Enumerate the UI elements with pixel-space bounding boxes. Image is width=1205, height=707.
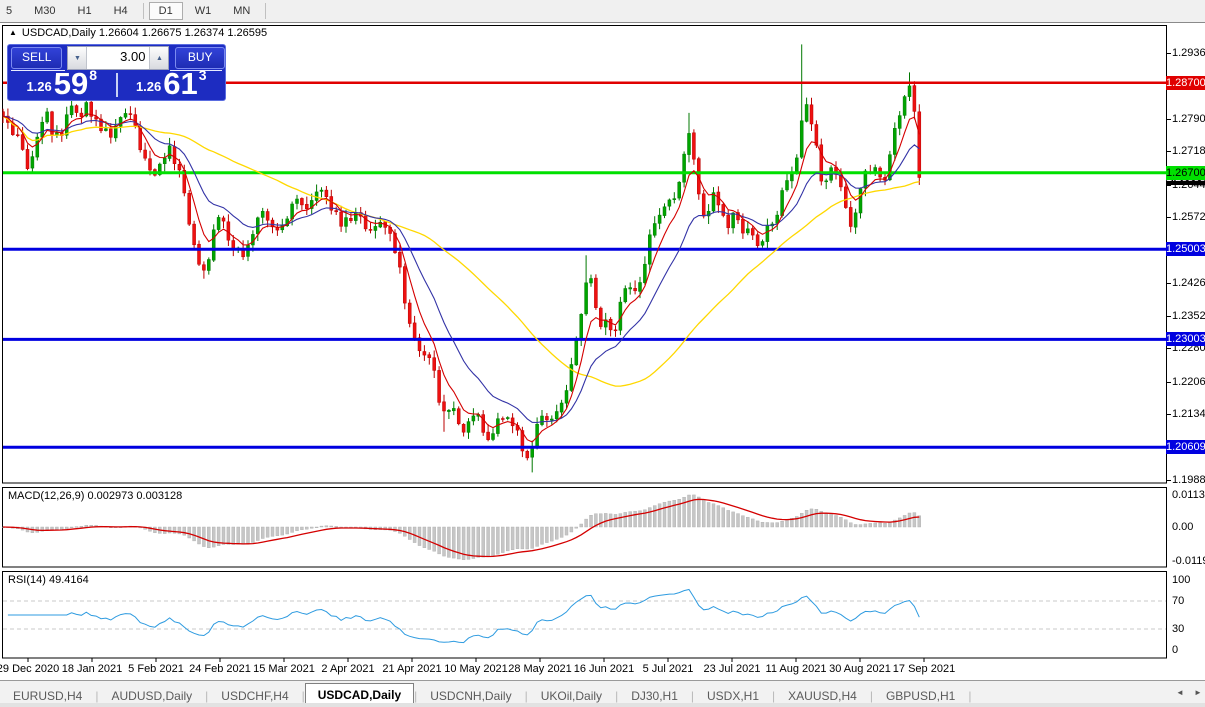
timeframe-button-d1[interactable]: D1: [148, 2, 183, 20]
price-axis-tick-mark: [1167, 282, 1171, 284]
price-axis-tick: 1.21340: [1172, 408, 1205, 421]
chart-title: ▲ USDCAD,Daily 1.26604 1.26675 1.26374 1.…: [9, 27, 267, 39]
sell-price-area[interactable]: 1.26 59 8: [8, 66, 116, 101]
price-axis-tick-mark: [1167, 348, 1171, 350]
date-label: 15 Mar 2021: [253, 663, 315, 675]
price-axis-tick-mark: [1167, 480, 1171, 482]
price-axis-tick-mark: [1167, 184, 1171, 186]
chart-title-text: USDCAD,Daily 1.26604 1.26675 1.26374 1.2…: [21, 27, 268, 39]
date-label: 28 May 2021: [508, 663, 572, 675]
timeframe-button-h1[interactable]: H1: [68, 2, 102, 20]
buy-price-area[interactable]: 1.26 61 3: [118, 66, 226, 101]
date-label: 18 Jan 2021: [61, 663, 123, 675]
spin-up-icon: ▲: [155, 54, 163, 62]
sell-price-big: 59: [53, 66, 89, 101]
macd-axis-tick: 0.00: [1172, 521, 1194, 533]
price-axis-tick: 1.27180: [1172, 145, 1205, 158]
buy-price-big: 61: [163, 66, 198, 101]
tab-scroll-left-icon[interactable]: ◄: [1176, 688, 1184, 697]
chart-canvas[interactable]: [0, 0, 1205, 707]
price-axis-tick: 1.22060: [1172, 375, 1205, 388]
rsi-axis-tick: 0: [1172, 644, 1179, 656]
price-axis-tick-mark: [1167, 316, 1171, 318]
volume-field[interactable]: 3.00: [87, 47, 150, 69]
price-axis-tick: 1.24260: [1172, 276, 1205, 289]
sell-price-sup: 8: [89, 67, 98, 83]
price-axis-tick-mark: [1167, 118, 1171, 120]
price-axis-tick-mark: [1167, 381, 1171, 383]
spin-down-icon: ▼: [73, 54, 81, 62]
price-axis-tick: 1.27900: [1172, 112, 1205, 125]
rsi-label: RSI(14) 49.4164: [8, 574, 89, 586]
sell-price-small: 1.26: [26, 79, 52, 94]
toolbar-separator: [265, 3, 267, 19]
price-axis-tick: 1.19880: [1172, 474, 1205, 487]
price-axis-tick-mark: [1167, 216, 1171, 218]
price-axis-tick: 1.25720: [1172, 210, 1205, 223]
hline-price-label: 1.20609: [1166, 440, 1205, 455]
date-label: 24 Feb 2021: [189, 663, 251, 675]
timeframe-button-5[interactable]: 5: [0, 2, 22, 20]
macd-axis-tick: 0.01135: [1172, 489, 1205, 502]
date-label: 2 Apr 2021: [321, 663, 375, 675]
timeframe-button-w1[interactable]: W1: [185, 2, 222, 20]
date-label: 23 Jul 2021: [703, 663, 761, 675]
date-label: 10 May 2021: [444, 663, 508, 675]
hline-price-label: 1.25003: [1166, 242, 1205, 257]
date-label: 5 Jul 2021: [642, 663, 694, 675]
buy-price-small: 1.26: [135, 79, 162, 94]
price-axis-tick-mark: [1167, 53, 1171, 54]
price-axis-tick: 1.29360: [1172, 47, 1205, 59]
timeframe-button-m30[interactable]: M30: [24, 2, 65, 20]
timeframe-button-h4[interactable]: H4: [104, 2, 138, 20]
rsi-axis-tick: 30: [1172, 623, 1185, 635]
date-label: 17 Sep 2021: [892, 663, 956, 675]
hline-price-label: 1.26700: [1166, 165, 1205, 180]
buy-price-sup: 3: [198, 67, 207, 83]
macd-label: MACD(12,26,9) 0.002973 0.003128: [8, 490, 183, 502]
date-label: 16 Jun 2021: [573, 663, 635, 675]
price-axis-tick-mark: [1167, 151, 1171, 153]
timeframe-toolbar: 5 M30 H1 H4 D1 W1 MN: [0, 0, 1205, 23]
rsi-axis-tick: 100: [1172, 574, 1191, 586]
tab-scroll-right-icon[interactable]: ►: [1194, 688, 1202, 697]
date-label: 11 Aug 2021: [765, 663, 827, 675]
date-label: 30 Aug 2021: [829, 663, 891, 675]
date-label: 5 Feb 2021: [128, 663, 184, 675]
date-label: 29 Dec 2020: [0, 663, 60, 675]
window-bottom-strip: [0, 703, 1205, 707]
trade-panel-price-row: 1.26 59 8 1.26 61 3: [8, 66, 226, 101]
trade-panel: SELL ▼ 3.00 ▲ BUY 1.26 59 8 1.26 61 3: [7, 44, 226, 101]
macd-axis-tick: -0.01190: [1172, 554, 1205, 567]
hline-price-label: 1.28700: [1166, 75, 1205, 90]
timeframe-button-mn[interactable]: MN: [223, 2, 260, 20]
hline-price-label: 1.23003: [1166, 332, 1205, 347]
price-axis-tick-mark: [1167, 414, 1171, 416]
collapse-triangle-icon[interactable]: ▲: [9, 28, 17, 37]
price-axis-tick: 1.23520: [1172, 310, 1205, 323]
rsi-axis-tick: 70: [1172, 595, 1185, 607]
toolbar-separator: [142, 3, 144, 19]
date-label: 21 Apr 2021: [382, 663, 442, 675]
